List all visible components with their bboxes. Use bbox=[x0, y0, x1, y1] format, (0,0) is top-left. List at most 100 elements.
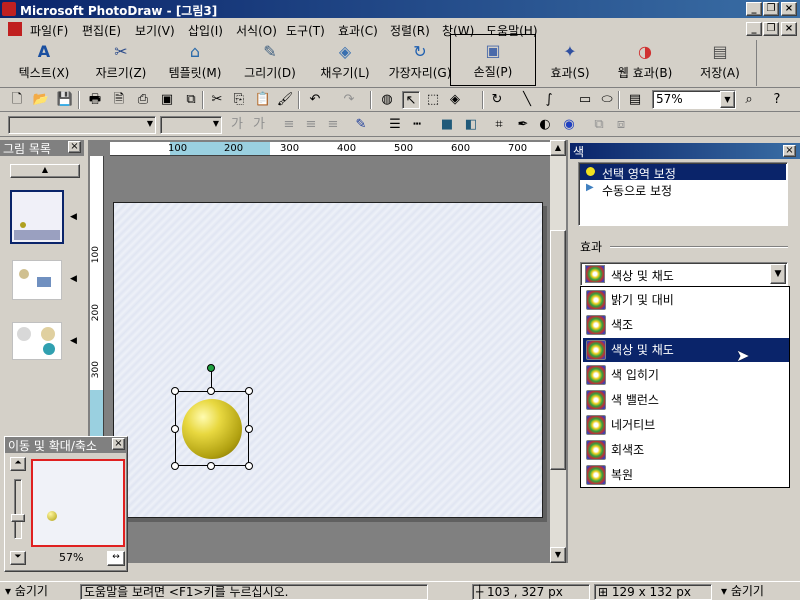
copy-icon[interactable]: ⎘ bbox=[230, 91, 248, 109]
pen-color-icon[interactable]: ✎ bbox=[352, 116, 370, 134]
picture-canvas[interactable] bbox=[113, 202, 543, 518]
effect-option[interactable]: 색조 bbox=[583, 313, 789, 337]
contrast-icon[interactable]: ◐ bbox=[536, 116, 554, 134]
menu-view[interactable]: 보기(V) bbox=[135, 22, 175, 39]
resize-handle[interactable] bbox=[207, 387, 215, 395]
effects-button[interactable]: ✦ 효과(S) bbox=[545, 42, 595, 86]
open-icon[interactable]: 📂 bbox=[32, 91, 50, 109]
help-icon[interactable]: ? bbox=[768, 91, 786, 109]
group-icon[interactable]: ⧉ bbox=[590, 116, 608, 134]
resize-handle[interactable] bbox=[171, 387, 179, 395]
color-wheel-icon[interactable]: ◉ bbox=[560, 116, 578, 134]
zoom-slider[interactable] bbox=[11, 479, 25, 539]
resize-handle[interactable] bbox=[245, 425, 253, 433]
scrollbar-thumb[interactable] bbox=[550, 230, 566, 470]
print-icon[interactable]: 🖶 bbox=[86, 91, 104, 109]
chevron-down-icon[interactable]: ▼ bbox=[770, 264, 786, 284]
hide-left-button[interactable]: ▾ 숨기기 bbox=[2, 584, 76, 600]
shadow-icon[interactable]: ■ bbox=[438, 116, 456, 134]
select-region-icon[interactable]: ⬚ bbox=[424, 91, 442, 109]
curve-icon[interactable]: ∫ bbox=[540, 91, 558, 109]
close-icon[interactable]: × bbox=[781, 2, 797, 16]
doc-minimize-icon[interactable]: _ bbox=[746, 22, 762, 36]
close-icon[interactable]: × bbox=[68, 141, 81, 153]
menu-file[interactable]: 파일(F) bbox=[30, 22, 68, 39]
scan-icon[interactable]: ⎙ bbox=[134, 91, 152, 109]
zoom-select[interactable]: 57% ▼ bbox=[652, 90, 736, 109]
scroll-up-icon[interactable]: ▲ bbox=[550, 140, 566, 156]
draw-button[interactable]: ✎ 그리기(D) bbox=[240, 42, 300, 86]
fit-width-icon[interactable]: ↔ bbox=[107, 551, 125, 566]
fill-button[interactable]: ◈ 채우기(L) bbox=[315, 42, 375, 86]
zoom-in-icon[interactable]: ⏶ bbox=[10, 457, 26, 471]
doc-restore-icon[interactable]: ❐ bbox=[763, 22, 779, 36]
chevron-down-icon[interactable]: ▼ bbox=[720, 91, 735, 108]
web-effects-button[interactable]: ◑ 웹 효과(B) bbox=[614, 42, 676, 86]
effect-option[interactable]: 네거티브 bbox=[583, 413, 789, 437]
menu-edit[interactable]: 편집(E) bbox=[82, 22, 121, 39]
resize-handle[interactable] bbox=[171, 462, 179, 470]
thumbnail-1[interactable] bbox=[10, 190, 64, 244]
font-size-select[interactable]: ▼ bbox=[160, 116, 222, 134]
menu-format[interactable]: 서식(O) bbox=[236, 22, 277, 39]
globe-icon[interactable]: ◍ bbox=[378, 91, 396, 109]
effect-option[interactable]: 색 입히기 bbox=[583, 363, 789, 387]
doc-close-icon[interactable]: × bbox=[781, 22, 797, 36]
resize-handle[interactable] bbox=[245, 387, 253, 395]
menu-effects[interactable]: 효과(C) bbox=[338, 22, 378, 39]
save-button[interactable]: ▤ 저장(A) bbox=[694, 42, 746, 86]
navigator-preview[interactable] bbox=[31, 459, 125, 547]
mode-item-selected[interactable]: 선택 영역 보정 bbox=[580, 164, 786, 181]
rotate-icon[interactable]: ↻ bbox=[488, 91, 506, 109]
redo-icon[interactable]: ↷ bbox=[340, 91, 358, 109]
edges-button[interactable]: ↻ 가장자리(G) bbox=[384, 42, 456, 86]
menu-tools[interactable]: 도구(T) bbox=[286, 22, 325, 39]
zoom-out-icon[interactable]: ⏷ bbox=[10, 551, 26, 565]
minimize-icon[interactable]: _ bbox=[746, 2, 762, 16]
format-painter-icon[interactable]: 🖌 bbox=[276, 91, 294, 109]
save-icon[interactable]: 💾 bbox=[56, 91, 74, 109]
line-weight-icon[interactable]: ☰ bbox=[386, 116, 404, 134]
template-button[interactable]: ⌂ 템플릿(M) bbox=[160, 42, 230, 86]
effect-option[interactable]: 색 밸런스 bbox=[583, 388, 789, 412]
crop-tool-icon[interactable]: ⌗ bbox=[490, 116, 508, 134]
rectangle-icon[interactable]: ▭ bbox=[576, 91, 594, 109]
line-icon[interactable]: ╲ bbox=[518, 91, 536, 109]
import-icon[interactable]: ⧉ bbox=[182, 91, 200, 109]
restore-icon[interactable]: ❐ bbox=[763, 2, 779, 16]
paste-icon[interactable]: 📋 bbox=[254, 91, 272, 109]
close-icon[interactable]: × bbox=[112, 438, 125, 450]
camera-icon[interactable]: ▣ bbox=[158, 91, 176, 109]
rotate-handle[interactable] bbox=[207, 364, 215, 372]
scroll-up-button[interactable]: ▲ bbox=[10, 164, 80, 178]
undo-icon[interactable]: ↶ bbox=[306, 91, 324, 109]
menu-insert[interactable]: 삽입(I) bbox=[188, 22, 223, 39]
resize-handle[interactable] bbox=[245, 462, 253, 470]
touchup-button[interactable]: ▣ 손질(P) bbox=[450, 34, 536, 86]
font-name-select[interactable]: ▼ bbox=[8, 116, 156, 134]
menu-arrange[interactable]: 정렬(R) bbox=[390, 22, 430, 39]
effect-dropdown[interactable]: 색상 및 채도 ▼ bbox=[580, 262, 788, 286]
ungroup-icon[interactable]: ⧈ bbox=[612, 116, 630, 134]
align-center-icon[interactable]: ≡ bbox=[302, 116, 320, 134]
dash-style-icon[interactable]: ┅ bbox=[408, 116, 426, 134]
resize-handle[interactable] bbox=[171, 425, 179, 433]
effect-option[interactable]: 밝기 및 대비 bbox=[583, 288, 789, 312]
scroll-down-icon[interactable]: ▼ bbox=[550, 547, 566, 563]
cut-icon[interactable]: ✂ bbox=[208, 91, 226, 109]
new-icon[interactable]: 🗋 bbox=[8, 91, 26, 109]
pen-tool-icon[interactable]: ✒ bbox=[514, 116, 532, 134]
thumbnail-2[interactable] bbox=[12, 260, 62, 300]
effect-option-selected[interactable]: 색상 및 채도 bbox=[583, 338, 789, 362]
selection-box[interactable] bbox=[175, 391, 249, 466]
effect-option[interactable]: 회색조 bbox=[583, 438, 789, 462]
align-left-icon[interactable]: ≡ bbox=[280, 116, 298, 134]
align-right-icon[interactable]: ≡ bbox=[324, 116, 342, 134]
vertical-scrollbar[interactable]: ▲ ▼ bbox=[550, 140, 566, 563]
close-icon[interactable]: × bbox=[783, 145, 796, 157]
zoom-fit-icon[interactable]: ⌕ bbox=[740, 91, 758, 109]
properties-icon[interactable]: ▤ bbox=[626, 91, 644, 109]
print-preview-icon[interactable]: 🗎 bbox=[110, 91, 128, 109]
text-button[interactable]: A 텍스트(X) bbox=[10, 42, 78, 86]
3d-icon[interactable]: ◧ bbox=[462, 116, 480, 134]
